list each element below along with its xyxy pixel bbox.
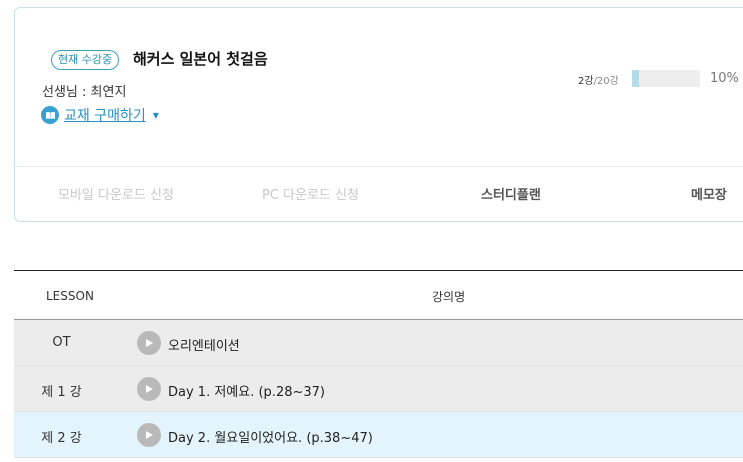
play-icon[interactable] xyxy=(137,377,161,401)
pc-download-button[interactable]: PC 다운로드 신청 xyxy=(262,184,359,203)
progress-percent: 10% xyxy=(710,71,739,86)
memo-button[interactable]: 메모장 xyxy=(691,184,727,203)
progress-bar xyxy=(632,70,700,87)
progress-done: 2강 xyxy=(578,76,594,87)
status-badge: 현재 수강중 xyxy=(51,50,120,70)
buy-book-link[interactable]: 교재 구매하기 ▼ xyxy=(41,105,159,125)
lesson-title[interactable]: 오리엔테이션 xyxy=(168,335,240,354)
table-row[interactable]: 제 2 강 Day 2. 월요일이었어요. (p.38~47) xyxy=(14,412,743,458)
progress-total: /20강 xyxy=(593,76,619,87)
course-title: 해커스 일본어 첫걸음 xyxy=(133,50,268,68)
table-row[interactable]: 제 1 강 Day 1. 저예요. (p.28~37) xyxy=(14,366,743,412)
book-icon xyxy=(41,106,59,124)
header-lecture-name: 강의명 xyxy=(432,290,466,304)
header-lesson: LESSON xyxy=(46,289,94,303)
progress-bar-fill xyxy=(632,70,639,87)
teacher-name: 선생님 : 최연지 xyxy=(42,85,127,100)
lesson-title[interactable]: Day 2. 월요일이었어요. (p.38~47) xyxy=(168,427,373,446)
caret-down-icon[interactable]: ▼ xyxy=(153,111,159,120)
lesson-number: 제 1 강 xyxy=(41,385,82,400)
lesson-table: LESSON 강의명 OT 오리엔테이션 제 1 강 Day 1. 저예요. (… xyxy=(14,270,743,458)
card-divider xyxy=(15,166,743,167)
play-icon[interactable] xyxy=(137,423,161,447)
course-card: 현재 수강중 해커스 일본어 첫걸음 선생님 : 최연지 교재 구매하기 ▼ 2… xyxy=(14,7,743,222)
lesson-number: OT xyxy=(52,335,71,350)
lesson-number: 제 2 강 xyxy=(41,431,82,446)
play-icon[interactable] xyxy=(137,331,161,355)
table-row[interactable]: OT 오리엔테이션 xyxy=(14,320,743,366)
table-header: LESSON 강의명 xyxy=(14,270,743,320)
study-plan-button[interactable]: 스터디플랜 xyxy=(481,184,541,203)
buy-book-label[interactable]: 교재 구매하기 xyxy=(64,105,146,125)
lesson-title[interactable]: Day 1. 저예요. (p.28~37) xyxy=(168,381,325,400)
mobile-download-button[interactable]: 모바일 다운로드 신청 xyxy=(58,184,174,203)
progress-count: 2강/20강 xyxy=(578,72,619,87)
